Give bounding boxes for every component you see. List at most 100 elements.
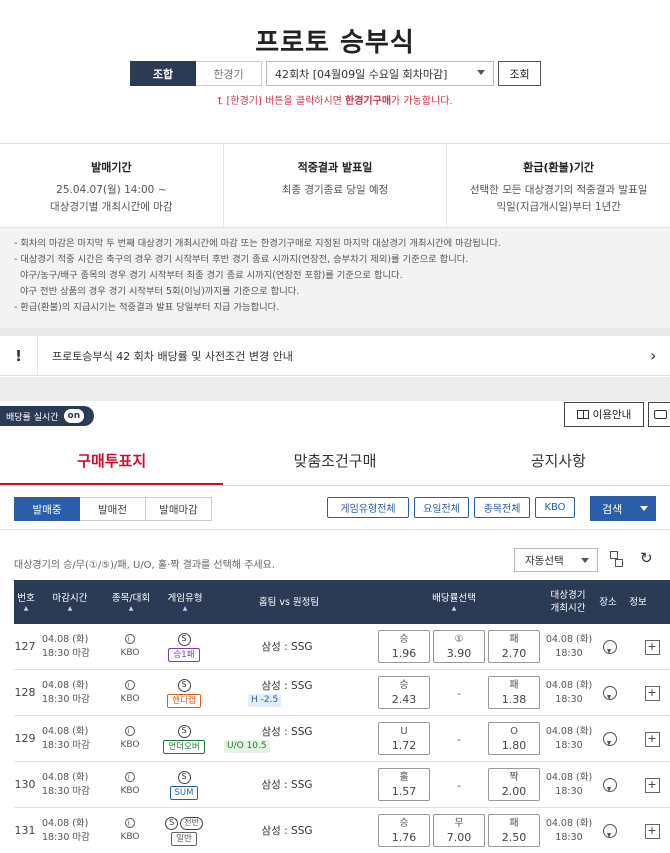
- odds-label: U: [400, 725, 408, 737]
- tab-purchase-slip[interactable]: 구매투표지: [0, 438, 224, 485]
- row-league: KBO: [120, 786, 140, 796]
- row-info[interactable]: +: [642, 716, 662, 762]
- row-info[interactable]: +: [642, 624, 662, 670]
- round-select-value: 42회차 [04월09일 수요일 회차마감]: [275, 67, 448, 81]
- odds-unavailable: -: [457, 732, 461, 746]
- row-deadline-time: 18:30 마감: [42, 786, 90, 797]
- row-teams: 삼성 : SSG: [222, 762, 352, 808]
- row-place[interactable]: [598, 762, 620, 808]
- row-place[interactable]: [598, 670, 620, 716]
- search-button[interactable]: 검색: [590, 496, 656, 521]
- row-game-date: 04.08 (화): [545, 726, 593, 737]
- row-sport: KBO: [110, 762, 150, 808]
- odds-label: 짝: [509, 771, 519, 783]
- print-button[interactable]: [648, 402, 670, 427]
- refresh-icon[interactable]: ↻: [640, 549, 653, 567]
- row-teams-text: 삼성 : SSG: [261, 825, 313, 837]
- row-place[interactable]: [598, 716, 620, 762]
- row-deadline: 04.08 (화) 18:30 마감: [42, 762, 98, 808]
- book-icon: [576, 410, 589, 419]
- row-game-date: 04.08 (화): [545, 818, 593, 829]
- usage-guide-button[interactable]: 이용안내: [564, 402, 644, 427]
- plus-icon: +: [644, 823, 660, 839]
- row-gametime: 04.08 (화) 18:30: [542, 716, 596, 762]
- row-gametime: 04.08 (화) 18:30: [542, 808, 596, 853]
- select-toggle-icon[interactable]: [608, 550, 626, 570]
- table-row: 129 04.08 (화) 18:30 마감 KBO S 언더오버 삼성 : SSG…: [14, 716, 670, 762]
- odds-button-even[interactable]: 짝 2.00: [488, 768, 540, 801]
- odds-label: 승: [399, 633, 409, 645]
- filter-buttons: 게임유형전체 요일전체 종목전체 KBO: [327, 497, 580, 518]
- row-date: 04.08 (화): [42, 772, 89, 783]
- filter-day-button[interactable]: 요일전체: [414, 497, 469, 518]
- location-pin-icon: [603, 639, 617, 655]
- row-gametype: S 핸디캡: [159, 670, 209, 716]
- odds-button-away[interactable]: 패 2.50: [488, 814, 540, 847]
- odds-button-home[interactable]: 승 1.96: [378, 630, 430, 663]
- filter-kbo-button[interactable]: KBO: [535, 497, 575, 518]
- header-odds[interactable]: 배당률선택 ▲: [409, 580, 499, 624]
- odds-button-home[interactable]: 승 1.76: [378, 814, 430, 847]
- change-notice-banner[interactable]: ! 프로토승부식 42 회차 배당률 및 사전조건 변경 안내 ›: [0, 335, 670, 376]
- info-result-date: 적중결과 발표일 최종 경기종료 당일 예정: [224, 144, 448, 227]
- odds-unavailable: -: [457, 686, 461, 700]
- filter-gametype-button[interactable]: 게임유형전체: [327, 497, 409, 518]
- query-button[interactable]: 조회: [498, 61, 541, 86]
- gametype-badge: 승1패: [168, 647, 200, 662]
- header-gametime[interactable]: 대상경기 개최시간: [540, 580, 596, 624]
- row-deadline: 04.08 (화) 18:30 마감: [42, 716, 98, 762]
- row-sport: KBO: [110, 716, 150, 762]
- filter-sport-button[interactable]: 종목전체: [474, 497, 530, 518]
- header-gametype[interactable]: 게임유형 ▲: [160, 580, 210, 624]
- odds-button-away[interactable]: 패 2.70: [488, 630, 540, 663]
- baseball-icon: [125, 772, 135, 782]
- status-pre-sale-button[interactable]: 발매전: [80, 497, 146, 521]
- odds-button-away[interactable]: 패 1.38: [488, 676, 540, 709]
- status-on-sale-button[interactable]: 발매중: [14, 497, 80, 521]
- sort-arrow-icon: ▲: [23, 604, 29, 612]
- odds-realtime-toggle[interactable]: 배당률 실시간 on: [0, 406, 94, 426]
- header-gametype-label: 게임유형: [167, 592, 203, 604]
- notice-prefix: ⮤ [한경기] 버튼을 클릭하시면: [217, 96, 346, 107]
- chevron-down-icon: [640, 506, 648, 511]
- odds-button-draw[interactable]: ① 3.90: [433, 630, 485, 663]
- header-sport[interactable]: 종목/대회 ▲: [106, 580, 156, 624]
- plus-icon: +: [644, 685, 660, 701]
- tab-custom-purchase[interactable]: 맞춤조건구매: [223, 438, 446, 485]
- row-gametime: 04.08 (화) 18:30: [542, 670, 596, 716]
- row-info[interactable]: +: [642, 808, 662, 853]
- round-select[interactable]: 42회차 [04월09일 수요일 회차마감]: [266, 61, 494, 86]
- odds-label: O: [510, 725, 518, 737]
- row-place[interactable]: [598, 808, 620, 853]
- s-badge-icon: S: [177, 678, 191, 692]
- row-gametype: S SUM: [159, 762, 209, 808]
- search-label: 검색: [602, 502, 623, 516]
- auto-select-dropdown[interactable]: 자동선택: [514, 548, 598, 572]
- sort-arrow-icon: ▲: [451, 604, 457, 612]
- header-deadline[interactable]: 마감시간 ▲: [44, 580, 96, 624]
- row-deadline-time: 18:30 마감: [42, 694, 90, 705]
- odds-label: 패: [509, 633, 519, 645]
- header-no[interactable]: 번호 ▲: [14, 580, 38, 624]
- odds-button-under[interactable]: U 1.72: [378, 722, 430, 755]
- row-date: 04.08 (화): [42, 680, 89, 691]
- odds-button-over[interactable]: O 1.80: [488, 722, 540, 755]
- row-info[interactable]: +: [642, 670, 662, 716]
- auto-select-value: 자동선택: [525, 554, 564, 567]
- single-game-tab-button[interactable]: 한경기: [196, 61, 262, 86]
- tab-notices[interactable]: 공지사항: [447, 438, 670, 485]
- odds-button-home[interactable]: 승 2.43: [378, 676, 430, 709]
- combo-tab-button[interactable]: 조합: [130, 61, 196, 86]
- select-box-back: [610, 551, 618, 559]
- header-gametime-label1: 대상경기: [550, 590, 586, 601]
- row-place[interactable]: [598, 624, 620, 670]
- odds-label: 승: [399, 679, 409, 691]
- row-teams-text: 삼성 : SSG: [261, 680, 313, 692]
- row-info[interactable]: +: [642, 762, 662, 808]
- header-no-label: 번호: [17, 592, 35, 604]
- odds-button-odd[interactable]: 홀 1.57: [378, 768, 430, 801]
- status-closed-button[interactable]: 발매마감: [146, 497, 212, 521]
- row-sport: KBO: [110, 624, 150, 670]
- odds-button-draw[interactable]: 무 7.00: [433, 814, 485, 847]
- chevron-down-icon: [477, 70, 485, 75]
